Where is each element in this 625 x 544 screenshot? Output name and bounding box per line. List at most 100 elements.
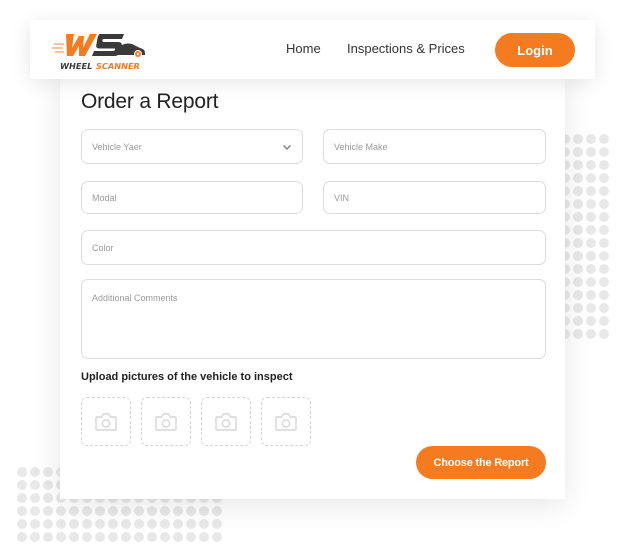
vehicle-make-placeholder: Vehicle Make <box>334 141 388 152</box>
decorative-dot <box>212 519 222 529</box>
decorative-dot <box>599 316 609 326</box>
decorative-dot <box>147 506 157 516</box>
decorative-dot <box>43 467 53 477</box>
decorative-dot <box>17 506 27 516</box>
decorative-dot <box>573 160 583 170</box>
decorative-dot <box>43 519 53 529</box>
decorative-dot <box>108 532 118 542</box>
model-input[interactable]: Modal <box>81 181 303 214</box>
vin-input[interactable]: VIN <box>323 181 546 214</box>
upload-slot-4[interactable] <box>261 397 311 446</box>
camera-icon <box>215 412 237 431</box>
order-report-card: Order a Report Vehicle Yaer Vehicle Make… <box>60 72 565 499</box>
decorative-dot <box>599 173 609 183</box>
decorative-dot <box>573 134 583 144</box>
decorative-dot <box>56 519 66 529</box>
decorative-dot <box>186 519 196 529</box>
decorative-dot <box>573 316 583 326</box>
decorative-dot <box>599 277 609 287</box>
decorative-dot <box>199 506 209 516</box>
color-input[interactable]: Color <box>81 230 546 265</box>
decorative-dot <box>573 251 583 261</box>
camera-icon <box>155 412 177 431</box>
decorative-dot <box>147 519 157 529</box>
decorative-dot <box>573 212 583 222</box>
camera-icon <box>275 412 297 431</box>
decorative-dot <box>599 238 609 248</box>
decorative-dot <box>573 277 583 287</box>
login-button[interactable]: Login <box>495 33 575 67</box>
vehicle-year-placeholder: Vehicle Yaer <box>92 141 142 152</box>
decorative-dot <box>599 329 609 339</box>
decorative-dot <box>121 519 131 529</box>
decorative-dot <box>173 532 183 542</box>
decorative-dot <box>599 160 609 170</box>
decorative-dot <box>160 519 170 529</box>
decorative-dot <box>586 277 596 287</box>
upload-pictures-label: Upload pictures of the vehicle to inspec… <box>81 371 293 383</box>
decorative-dot <box>43 493 53 503</box>
color-placeholder: Color <box>92 242 114 253</box>
decorative-dot <box>134 506 144 516</box>
logo-word-wheel: WHEEL <box>60 61 92 71</box>
page-title: Order a Report <box>81 90 219 113</box>
nav-home-link[interactable]: Home <box>286 41 321 56</box>
decorative-dot <box>82 532 92 542</box>
decorative-dot <box>212 506 222 516</box>
decorative-dot <box>43 480 53 490</box>
decorative-dot <box>599 212 609 222</box>
decorative-dot <box>134 519 144 529</box>
page: Order a Report Vehicle Yaer Vehicle Make… <box>0 0 625 544</box>
decorative-dot <box>599 225 609 235</box>
decorative-dot <box>573 199 583 209</box>
decorative-dot <box>573 186 583 196</box>
decorative-dot <box>573 147 583 157</box>
decorative-dot <box>17 493 27 503</box>
decorative-dot <box>30 506 40 516</box>
chevron-down-icon <box>283 145 291 150</box>
vehicle-year-select[interactable]: Vehicle Yaer <box>81 129 303 164</box>
decorative-dot <box>573 303 583 313</box>
decorative-dot <box>30 532 40 542</box>
decorative-dot <box>17 519 27 529</box>
decorative-dot <box>56 532 66 542</box>
wheel-scanner-logo[interactable]: WHEEL SCANNER <box>52 28 152 72</box>
decorative-dot <box>69 532 79 542</box>
decorative-dot <box>599 251 609 261</box>
decorative-dot <box>586 212 596 222</box>
decorative-dot <box>43 506 53 516</box>
decorative-dot <box>17 480 27 490</box>
decorative-dot <box>586 134 596 144</box>
upload-slot-2[interactable] <box>141 397 191 446</box>
decorative-dot <box>30 480 40 490</box>
decorative-dot <box>586 329 596 339</box>
decorative-dot <box>82 506 92 516</box>
decorative-dot <box>586 251 596 261</box>
decorative-dot <box>186 506 196 516</box>
decorative-dot <box>30 467 40 477</box>
vehicle-make-input[interactable]: Vehicle Make <box>323 129 546 164</box>
decorative-dot <box>599 186 609 196</box>
logo-icon: WHEEL SCANNER <box>52 34 145 71</box>
site-header: WHEEL SCANNER Home Inspections & Prices … <box>30 20 595 79</box>
decorative-dot <box>586 186 596 196</box>
comments-placeholder: Additional Comments <box>92 293 178 303</box>
decorative-dot <box>586 303 596 313</box>
upload-slot-1[interactable] <box>81 397 131 446</box>
decorative-dot <box>186 532 196 542</box>
decorative-dot <box>599 303 609 313</box>
vin-placeholder: VIN <box>334 192 350 203</box>
decorative-dot <box>69 506 79 516</box>
decorative-dot <box>573 329 583 339</box>
decorative-dot <box>586 160 596 170</box>
decorative-dot <box>599 134 609 144</box>
choose-report-button[interactable]: Choose the Report <box>416 446 546 479</box>
nav-inspections-prices-link[interactable]: Inspections & Prices <box>347 41 465 56</box>
upload-slot-3[interactable] <box>201 397 251 446</box>
decorative-dot <box>586 199 596 209</box>
decorative-dot <box>173 506 183 516</box>
additional-comments-textarea[interactable]: Additional Comments <box>81 279 546 359</box>
decorative-dot <box>95 506 105 516</box>
decorative-dot <box>160 506 170 516</box>
decorative-dot <box>121 532 131 542</box>
